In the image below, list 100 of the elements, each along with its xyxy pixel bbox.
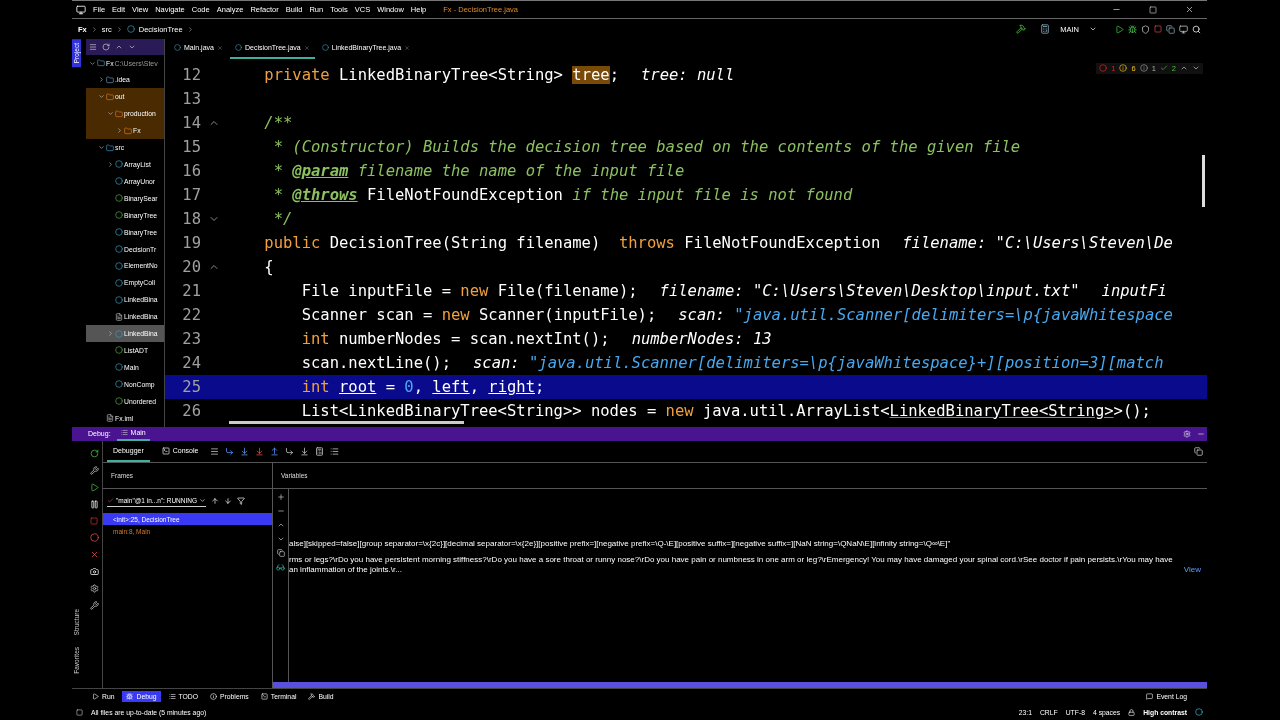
inline-value-hint: tree: null xyxy=(640,65,735,84)
view-link[interactable]: View xyxy=(1183,565,1201,576)
breakpoints-icon[interactable] xyxy=(89,533,99,543)
build-config-icon[interactable] xyxy=(1040,24,1051,34)
terminal-icon xyxy=(260,693,268,701)
file-icon xyxy=(115,312,123,321)
up-arrow-icon[interactable] xyxy=(211,497,220,506)
inline-value-hint: scan: "java.util.Scanner[delimiters=\p{javaWhitespace xyxy=(678,305,1173,324)
evaluate-icon[interactable] xyxy=(315,447,325,457)
step-out-icon[interactable] xyxy=(270,447,280,457)
class-icon xyxy=(321,44,329,52)
lock-icon xyxy=(1128,708,1136,716)
line-number: 19 xyxy=(181,233,201,252)
folder-icon xyxy=(106,143,114,152)
class-icon xyxy=(126,25,135,33)
line-number: 22 xyxy=(181,305,201,324)
folder-icon xyxy=(115,109,123,118)
info-icon xyxy=(210,693,217,701)
code-text: private LinkedBinaryTree<String> tree; xyxy=(263,65,619,84)
rerun-icon[interactable] xyxy=(89,449,99,459)
code-text: int root = 0, left, right; xyxy=(300,377,545,396)
line-number: 26 xyxy=(181,401,201,420)
hammer-icon[interactable] xyxy=(1016,24,1027,34)
code-text: * (Constructor) Builds the decision tree based on the contents of the given file xyxy=(272,137,1021,156)
line-number: 23 xyxy=(181,329,201,348)
down-arrow-icon[interactable] xyxy=(224,497,233,506)
line-number: 14 xyxy=(181,113,201,132)
check-icon xyxy=(107,497,114,505)
chevron-icon xyxy=(90,25,98,33)
variable-value: alse][skipped=false][group separator=\x{2c}][decimal separator=\x{2e}][positive prefix=][negative prefix=\Q-\E][positive suffix=][negative suffix=][NaN string=\QNaN\E][infinity string=\Q∞\E]" xyxy=(289,539,952,550)
run-icon[interactable] xyxy=(1115,24,1124,34)
bug-icon xyxy=(126,693,134,701)
inline-value-hint: scan: "java.util.Scanner[delimiters=\p{javaWhitespace}+][position=3][match xyxy=(472,353,1164,372)
line-number: 15 xyxy=(181,137,201,156)
run-config-icon xyxy=(120,429,128,437)
view-icon[interactable] xyxy=(89,42,97,51)
step-over-icon[interactable] xyxy=(225,447,235,457)
glasses-icon[interactable] xyxy=(276,563,285,573)
settings-icon[interactable] xyxy=(1183,429,1191,438)
list-icon xyxy=(168,693,176,701)
scrollbar-thumb[interactable] xyxy=(1202,154,1205,207)
code-text: scan.nextLine(); xyxy=(300,353,451,372)
class-icon xyxy=(115,329,123,338)
folder-icon xyxy=(124,126,132,135)
status-dot-icon xyxy=(1195,708,1203,717)
error-icon xyxy=(1099,64,1108,73)
hammer-icon xyxy=(308,693,316,701)
file-icon xyxy=(106,414,114,423)
line-number: 18 xyxy=(181,209,201,228)
search-icon[interactable] xyxy=(1192,24,1201,34)
inline-value-hint: filename: "C:\Users\Steven\Desktop\input.txt" xyxy=(659,281,1080,300)
code-text: File inputFile = new File(filename); xyxy=(300,281,638,300)
folder-icon xyxy=(97,59,105,68)
line-number: 16 xyxy=(181,161,201,180)
line-number: 13 xyxy=(181,89,201,108)
pause-icon[interactable] xyxy=(89,500,99,510)
interface-icon xyxy=(115,397,123,406)
scrollbar[interactable] xyxy=(273,682,1207,689)
debug-icon[interactable] xyxy=(1128,24,1137,34)
camera-icon[interactable] xyxy=(89,567,99,577)
filter-icon[interactable] xyxy=(237,497,246,506)
menu-icon[interactable] xyxy=(210,447,220,457)
line-number: 12 xyxy=(181,65,201,84)
line-number: 21 xyxy=(181,281,201,300)
window-icon[interactable] xyxy=(1179,24,1188,34)
variable-value: rms or legs?\rDo you have persistent morning stiffness?\rDo you have a sore throat or runny nose?\rDo you have pain or numbness in one arm or leg?\rEmergency! You may have damaged your spinal cord.\rSee doctor if pain persists.\rYou may have an inflammation of the joints.\r... xyxy=(289,555,1174,576)
code-text: */ xyxy=(272,209,293,228)
inline-value-hint: inputFi xyxy=(1101,281,1167,300)
scrollbar-thumb[interactable] xyxy=(229,420,464,424)
chevron-icon xyxy=(186,25,194,33)
add-icon[interactable] xyxy=(276,493,285,502)
folder-icon xyxy=(106,92,114,101)
close-icon[interactable] xyxy=(1185,5,1194,15)
code-text: * @param filename the name of the input file xyxy=(272,161,685,180)
code-text: { xyxy=(263,257,274,276)
line-number: 17 xyxy=(181,185,201,204)
chevron-icon xyxy=(115,25,123,33)
caret-icon xyxy=(199,497,207,505)
maximize-icon[interactable] xyxy=(1149,5,1157,14)
code-text: * @throws FileNotFoundException if the input file is not found xyxy=(272,185,853,204)
inline-value-hint: filename: "C:\Users\Steven\De xyxy=(902,233,1173,252)
code-text: List<LinkedBinaryTree<String>> nodes = new java.util.ArrayList<LinkedBinaryTree<String>>(); xyxy=(300,401,1151,420)
copy-icon[interactable] xyxy=(276,549,285,558)
line-number: 24 xyxy=(181,353,201,372)
line-number: 25 xyxy=(181,377,201,396)
code-text: public DecisionTree(String filename) throws FileNotFoundException xyxy=(263,233,881,252)
force-step-into-icon[interactable] xyxy=(255,447,265,457)
message-icon xyxy=(1146,693,1154,701)
code-text: int numberNodes = scan.nextInt(); xyxy=(300,329,610,348)
step-into-icon[interactable] xyxy=(240,447,250,457)
class-icon xyxy=(174,44,181,52)
resume-icon[interactable] xyxy=(89,483,99,493)
caret-icon[interactable] xyxy=(1089,25,1097,33)
wrench-icon[interactable] xyxy=(89,466,99,476)
settings-icon[interactable] xyxy=(89,584,99,594)
code-text: Scanner scan = new Scanner(inputFile); xyxy=(300,305,657,324)
console-icon xyxy=(161,446,170,455)
line-number: 20 xyxy=(181,257,201,276)
class-icon xyxy=(234,44,242,52)
play-icon xyxy=(92,693,99,701)
